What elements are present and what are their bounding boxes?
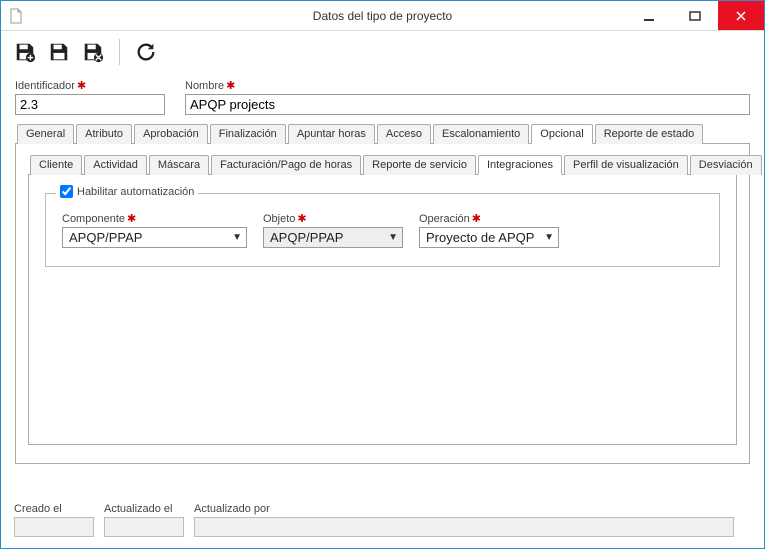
save-button[interactable]	[45, 38, 73, 66]
updated-by-field: Actualizado por	[194, 503, 734, 537]
toolbar	[1, 31, 764, 73]
titlebar: Datos del tipo de proyecto	[1, 1, 764, 31]
component-select[interactable]: APQP/PPAP ▼	[62, 227, 247, 248]
operation-label: Operación ✱	[419, 212, 559, 225]
footer: Creado el Actualizado el Actualizado por	[14, 503, 751, 537]
identifier-input[interactable]	[15, 94, 165, 115]
component-label-text: Componente	[62, 213, 125, 225]
window-controls	[626, 1, 764, 30]
tab-opcional[interactable]: Opcional	[531, 124, 592, 144]
created-value	[14, 517, 94, 537]
component-label: Componente ✱	[62, 212, 247, 225]
save-close-button[interactable]	[79, 38, 107, 66]
object-field: Objeto ✱ APQP/PPAP ▼	[263, 212, 403, 248]
updated-by-label: Actualizado por	[194, 503, 734, 515]
chevron-down-icon: ▼	[232, 232, 242, 243]
tab-atributo[interactable]: Atributo	[76, 124, 132, 144]
identifier-label: Identificador ✱	[15, 79, 165, 92]
object-label-text: Objeto	[263, 213, 295, 225]
tab-mascara[interactable]: Máscara	[149, 155, 209, 175]
name-field: Nombre ✱	[185, 79, 750, 115]
identifier-field: Identificador ✱	[15, 79, 165, 115]
automation-legend-text: Habilitar automatización	[77, 186, 194, 198]
refresh-button[interactable]	[132, 38, 160, 66]
name-label-text: Nombre	[185, 80, 224, 92]
object-value: APQP/PPAP	[270, 230, 343, 245]
close-button[interactable]	[718, 1, 764, 30]
tab-cliente[interactable]: Cliente	[30, 155, 82, 175]
name-input[interactable]	[185, 94, 750, 115]
object-select[interactable]: APQP/PPAP ▼	[263, 227, 403, 248]
toolbar-separator	[119, 39, 120, 65]
main-tabstrip: General Atributo Aprobación Finalización…	[15, 123, 750, 144]
updated-value	[104, 517, 184, 537]
tab-integraciones[interactable]: Integraciones	[478, 155, 562, 175]
object-label: Objeto ✱	[263, 212, 403, 225]
tab-aprobacion[interactable]: Aprobación	[134, 124, 208, 144]
required-icon: ✱	[77, 79, 86, 92]
tab-finalizacion[interactable]: Finalización	[210, 124, 286, 144]
tab-facturacion[interactable]: Facturación/Pago de horas	[211, 155, 361, 175]
header-fields: Identificador ✱ Nombre ✱	[15, 79, 750, 115]
name-label: Nombre ✱	[185, 79, 750, 92]
updated-by-value	[194, 517, 734, 537]
automation-legend: Habilitar automatización	[56, 185, 198, 198]
operation-field: Operación ✱ Proyecto de APQP ▼	[419, 212, 559, 248]
tab-general[interactable]: General	[17, 124, 74, 144]
required-icon: ✱	[297, 212, 306, 225]
tab-actividad[interactable]: Actividad	[84, 155, 147, 175]
updated-field: Actualizado el	[104, 503, 184, 537]
document-icon	[1, 8, 31, 24]
updated-label: Actualizado el	[104, 503, 184, 515]
tab-perfil-visualizacion[interactable]: Perfil de visualización	[564, 155, 688, 175]
content-area: Identificador ✱ Nombre ✱ General Atribut…	[1, 73, 764, 474]
required-icon: ✱	[127, 212, 136, 225]
operation-select[interactable]: Proyecto de APQP ▼	[419, 227, 559, 248]
operation-value: Proyecto de APQP	[426, 230, 534, 245]
chevron-down-icon: ▼	[544, 232, 554, 243]
inner-tab-body: Habilitar automatización Componente ✱ AP…	[28, 175, 737, 445]
tab-apuntar-horas[interactable]: Apuntar horas	[288, 124, 375, 144]
save-new-button[interactable]	[11, 38, 39, 66]
minimize-button[interactable]	[626, 1, 672, 30]
maximize-button[interactable]	[672, 1, 718, 30]
operation-label-text: Operación	[419, 213, 470, 225]
inner-tabstrip: Cliente Actividad Máscara Facturación/Pa…	[28, 154, 737, 175]
main-tab-body: Cliente Actividad Máscara Facturación/Pa…	[15, 144, 750, 464]
identifier-label-text: Identificador	[15, 80, 75, 92]
tab-desviacion[interactable]: Desviación	[690, 155, 762, 175]
required-icon: ✱	[472, 212, 481, 225]
tab-escalonamiento[interactable]: Escalonamiento	[433, 124, 529, 144]
created-field: Creado el	[14, 503, 94, 537]
created-label: Creado el	[14, 503, 94, 515]
component-field: Componente ✱ APQP/PPAP ▼	[62, 212, 247, 248]
enable-automation-checkbox[interactable]	[60, 185, 73, 198]
tab-reporte-servicio[interactable]: Reporte de servicio	[363, 155, 476, 175]
tab-acceso[interactable]: Acceso	[377, 124, 431, 144]
component-value: APQP/PPAP	[69, 230, 142, 245]
tab-reporte-estado[interactable]: Reporte de estado	[595, 124, 704, 144]
automation-groupbox: Habilitar automatización Componente ✱ AP…	[45, 193, 720, 267]
chevron-down-icon: ▼	[388, 232, 398, 243]
automation-fields: Componente ✱ APQP/PPAP ▼ Objeto ✱	[62, 212, 703, 248]
required-icon: ✱	[226, 79, 235, 92]
